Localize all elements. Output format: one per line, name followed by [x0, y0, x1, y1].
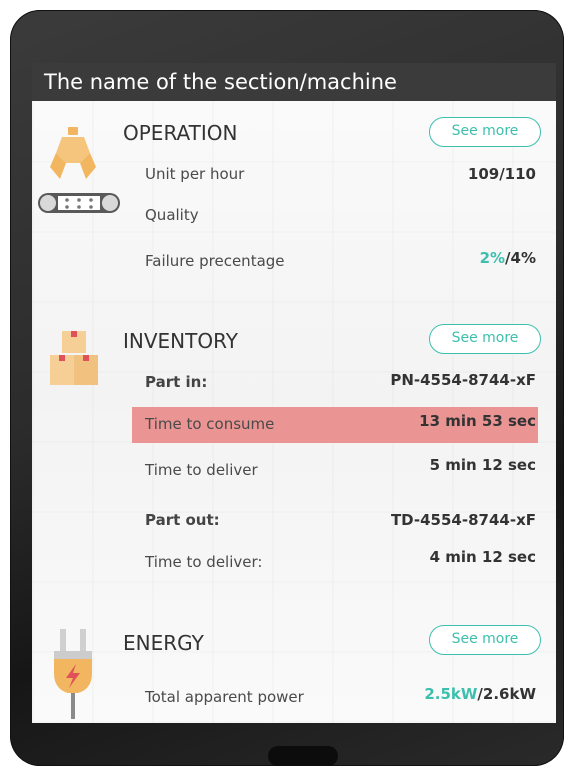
power-limit-value: /2.6kW — [477, 685, 536, 703]
unit-per-hour-label: Unit per hour — [145, 165, 245, 183]
part-in-value: PN-4554-8744-xF — [390, 371, 536, 389]
time-to-deliver-out-label: Time to deliver: — [145, 553, 263, 571]
energy-see-more-button[interactable]: See more — [429, 625, 541, 655]
time-to-deliver-label: Time to deliver — [145, 461, 258, 479]
boxes-icon — [50, 331, 98, 385]
total-apparent-power-value: 2.5kW/2.6kW — [424, 685, 536, 703]
power-plug-icon — [54, 629, 92, 719]
screen: The name of the section/machine OPERATIO… — [32, 63, 556, 723]
operation-see-more-button[interactable]: See more — [429, 117, 541, 147]
failure-percentage-label: Failure precentage — [145, 252, 285, 270]
unit-per-hour-value: 109/110 — [467, 165, 536, 183]
inventory-see-more-button[interactable]: See more — [429, 324, 541, 354]
quality-label: Quality — [145, 206, 199, 224]
failure-percentage-value: 2%/4% — [480, 249, 536, 267]
part-out-label: Part out: — [145, 511, 220, 529]
time-to-deliver-value: 5 min 12 sec — [429, 456, 536, 474]
total-apparent-power-label: Total apparent power — [145, 688, 304, 706]
failure-limit-value: /4% — [505, 249, 536, 267]
time-to-deliver-out-value: 4 min 12 sec — [429, 548, 536, 566]
home-button[interactable] — [268, 746, 338, 766]
part-out-value: TD-4554-8744-xF — [390, 511, 536, 529]
failure-current-value: 2% — [479, 249, 506, 267]
robot-arm-conveyor-icon — [38, 127, 120, 213]
part-in-label: Part in: — [145, 373, 208, 391]
time-to-consume-label: Time to consume — [145, 415, 275, 433]
section-title-inventory: INVENTORY — [123, 329, 238, 353]
time-to-consume-value: 13 min 53 sec — [419, 412, 536, 430]
power-current-value: 2.5kW — [424, 685, 478, 703]
page-title: The name of the section/machine — [32, 63, 556, 101]
section-title-operation: OPERATION — [123, 121, 238, 145]
section-title-energy: ENERGY — [123, 631, 204, 655]
